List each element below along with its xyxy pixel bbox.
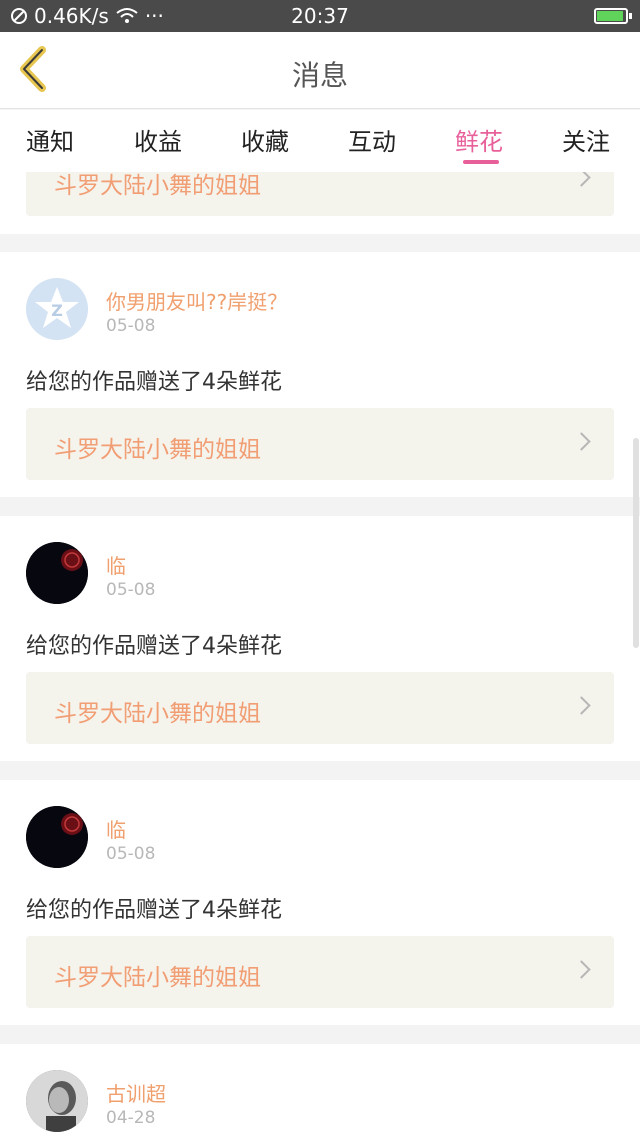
seal-avatar-icon	[26, 542, 88, 604]
seal-avatar-icon	[26, 806, 88, 868]
tab-bar: 通知 收益 收藏 互动 鲜花 关注	[0, 110, 640, 172]
sent-date: 05-08	[106, 580, 156, 600]
gift-message: 给您的作品赠送了4朵鲜花	[26, 370, 282, 395]
svg-text:Z: Z	[51, 301, 63, 320]
status-bar: 0.46K/s ··· 20:37	[0, 0, 640, 32]
scrollbar[interactable]	[633, 438, 639, 648]
avatar[interactable]	[26, 806, 88, 868]
photo-avatar-icon	[26, 1070, 88, 1132]
list-item: 古训超 04-28	[0, 1044, 640, 1138]
chevron-right-icon	[572, 960, 591, 979]
chevron-right-icon	[572, 696, 591, 715]
work-link[interactable]: 斗罗大陆小舞的姐姐	[26, 408, 614, 480]
tab-follow[interactable]: 关注	[562, 122, 610, 157]
avatar[interactable]	[26, 542, 88, 604]
flower-feed: 斗罗大陆小舞的姐姐 Z 你男朋友叫??岸挺？ 05-08 给您的作品赠送了4朵鲜…	[0, 172, 640, 1138]
work-title: 斗罗大陆小舞的姐姐	[54, 437, 261, 463]
sender-name[interactable]: 临	[106, 550, 126, 579]
work-link[interactable]: 斗罗大陆小舞的姐姐	[26, 172, 614, 216]
header: 消息	[0, 32, 640, 109]
gift-message: 给您的作品赠送了4朵鲜花	[26, 898, 282, 923]
work-title: 斗罗大陆小舞的姐姐	[54, 965, 261, 991]
work-title: 斗罗大陆小舞的姐姐	[54, 173, 261, 199]
list-item: 临 05-08 给您的作品赠送了4朵鲜花 斗罗大陆小舞的姐姐	[0, 516, 640, 761]
tab-flowers[interactable]: 鲜花	[455, 122, 503, 157]
avatar[interactable]: Z	[26, 278, 88, 340]
sent-date: 05-08	[106, 844, 156, 864]
page-title: 消息	[291, 59, 348, 92]
sender-name[interactable]: 古训超	[106, 1078, 166, 1107]
work-title: 斗罗大陆小舞的姐姐	[54, 701, 261, 727]
battery-icon	[594, 8, 632, 24]
work-link[interactable]: 斗罗大陆小舞的姐姐	[26, 936, 614, 1008]
active-tab-indicator	[463, 160, 499, 164]
tab-interaction[interactable]: 互动	[348, 122, 396, 157]
gift-message: 给您的作品赠送了4朵鲜花	[26, 634, 282, 659]
list-item: Z 你男朋友叫??岸挺？ 05-08 给您的作品赠送了4朵鲜花 斗罗大陆小舞的姐…	[0, 252, 640, 497]
chevron-right-icon	[572, 432, 591, 451]
tab-favorites[interactable]: 收藏	[241, 122, 289, 157]
sent-date: 04-28	[106, 1108, 156, 1128]
list-item: 临 05-08 给您的作品赠送了4朵鲜花 斗罗大陆小舞的姐姐	[0, 780, 640, 1025]
qzone-star-icon: Z	[26, 278, 88, 340]
sender-name[interactable]: 临	[106, 814, 126, 843]
tab-notice[interactable]: 通知	[26, 122, 74, 157]
chevron-right-icon	[572, 172, 591, 187]
sender-name[interactable]: 你男朋友叫??岸挺？	[106, 286, 287, 315]
tab-earnings[interactable]: 收益	[134, 122, 182, 157]
work-link[interactable]: 斗罗大陆小舞的姐姐	[26, 672, 614, 744]
list-item: 斗罗大陆小舞的姐姐	[0, 172, 640, 234]
clock: 20:37	[291, 4, 349, 28]
avatar[interactable]	[26, 1070, 88, 1132]
sent-date: 05-08	[106, 316, 156, 336]
